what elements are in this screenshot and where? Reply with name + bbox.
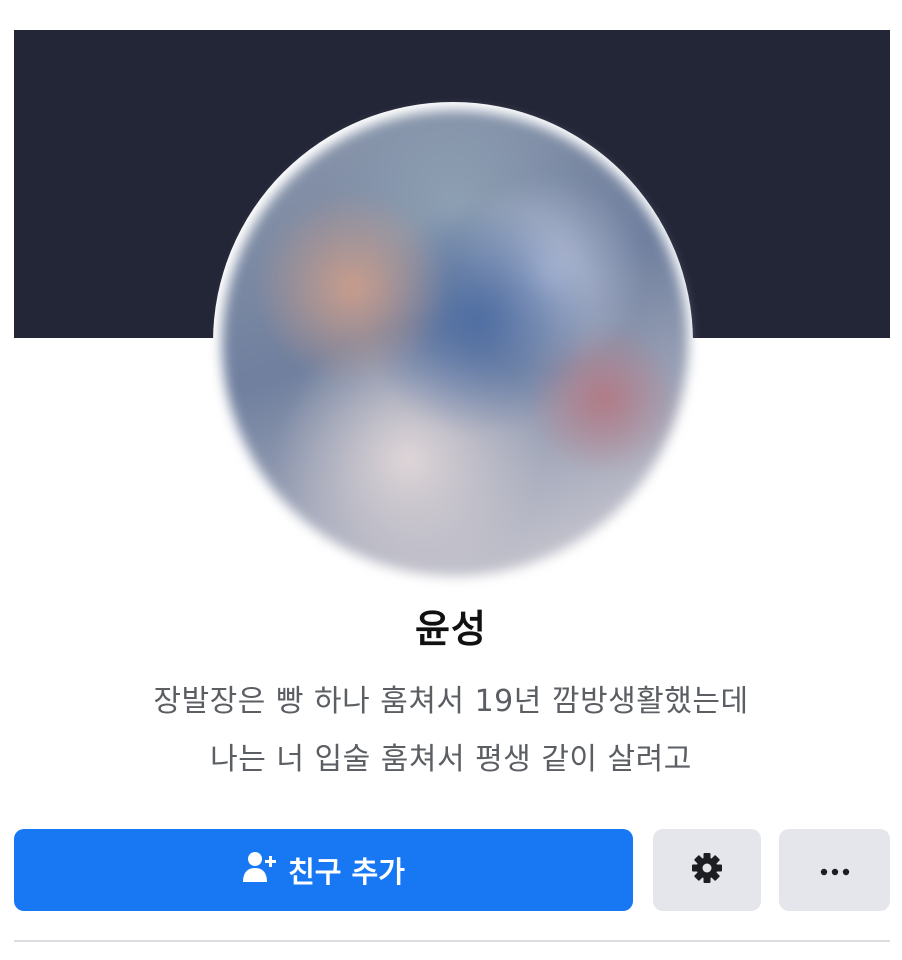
profile-name: 윤성	[415, 607, 487, 651]
profile-bio-line-2: 나는 너 입술 훔쳐서 평생 같이 살려고	[210, 742, 692, 777]
gear-icon	[690, 851, 724, 889]
more-dots-icon	[820, 861, 850, 880]
avatar[interactable]	[222, 110, 688, 576]
add-friend-button[interactable]: 친구 추가	[14, 829, 633, 911]
add-friend-label: 친구 추가	[288, 855, 405, 889]
settings-button[interactable]	[653, 829, 761, 911]
add-friend-icon	[242, 850, 278, 891]
profile-page: 윤성 장발장은 빵 하나 훔쳐서 19년 깜방생활했는데 나는 너 입술 훔쳐서…	[0, 0, 902, 960]
profile-bio-line-1: 장발장은 빵 하나 훔쳐서 19년 깜방생활했는데	[153, 684, 749, 719]
more-options-button[interactable]	[779, 829, 890, 911]
divider	[14, 940, 890, 942]
